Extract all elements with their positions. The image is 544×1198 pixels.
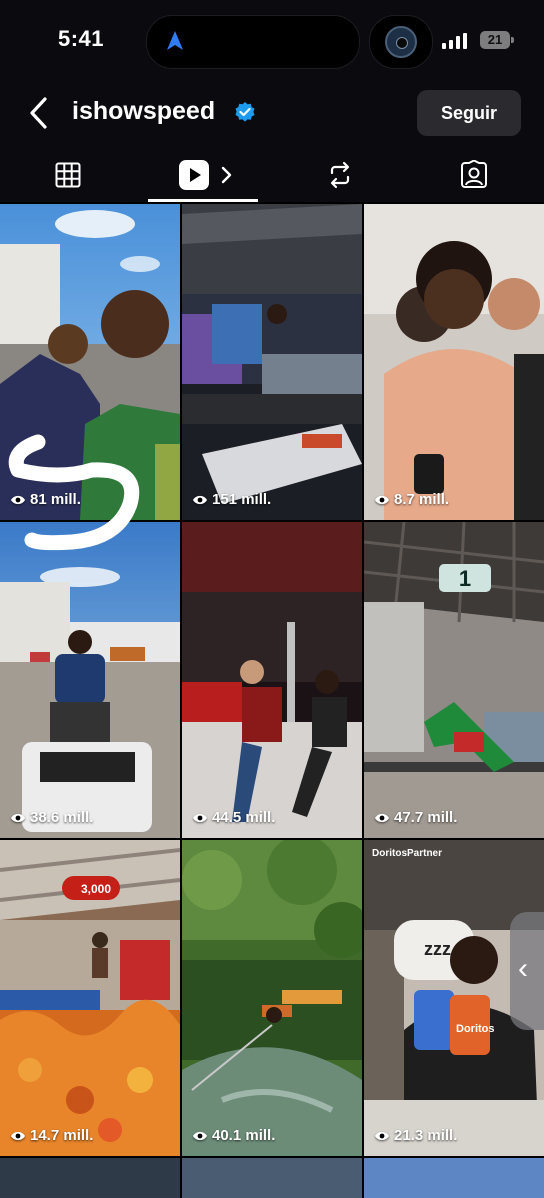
side-panel-handle[interactable]: ‹ — [510, 912, 544, 1030]
reel-image — [182, 522, 362, 838]
profile-tabs — [0, 148, 544, 202]
view-count-text: 47.7 mill. — [394, 809, 458, 826]
navigation-arrow-icon — [167, 31, 183, 50]
reposts-icon — [330, 161, 350, 189]
eye-icon — [11, 1131, 25, 1140]
view-count: 8.7 mill. — [374, 491, 449, 508]
view-count: 81 mill. — [10, 491, 81, 508]
reel-thumbnail[interactable]: 8.7 mill. — [364, 204, 544, 520]
grid-icon — [55, 162, 81, 188]
reel-thumbnail[interactable] — [0, 1158, 180, 1198]
reel-image — [182, 840, 362, 1156]
tab-grid[interactable] — [26, 148, 110, 202]
reel-image — [182, 204, 362, 520]
status-time: 5:41 — [58, 26, 105, 51]
reel-image — [364, 204, 544, 520]
eye-icon — [193, 813, 207, 822]
reel-thumbnail[interactable]: 151 mill. — [182, 204, 362, 520]
reel-thumbnail[interactable]: 81 mill. — [0, 204, 180, 520]
tab-tagged[interactable] — [432, 148, 516, 202]
reel-image — [0, 522, 180, 838]
reel-image: 1 — [364, 522, 544, 838]
tab-reels[interactable] — [160, 148, 250, 202]
price-badge: 3,000 — [81, 882, 111, 896]
active-tab-indicator — [148, 199, 258, 202]
reel-thumbnail[interactable]: 3,000 14.7 mill. — [0, 840, 180, 1156]
view-count: 151 mill. — [192, 491, 271, 508]
eye-icon — [11, 495, 25, 504]
view-count: 21.3 mill. — [374, 1127, 457, 1144]
view-count: 14.7 mill. — [10, 1127, 93, 1144]
profile-header: ishowspeed Seguir — [0, 82, 544, 148]
view-count-text: 81 mill. — [30, 491, 81, 508]
camera-indicator — [369, 15, 433, 69]
sleep-text: zzz — [424, 939, 451, 959]
profile-username: ishowspeed — [72, 97, 216, 125]
eye-icon — [193, 495, 207, 504]
view-count: 38.6 mill. — [10, 809, 93, 826]
reel-thumbnail[interactable]: 40.1 mill. — [182, 840, 362, 1156]
partner-label: DoritosPartner — [372, 848, 442, 859]
eye-icon — [375, 495, 389, 504]
tagged-icon — [461, 160, 487, 188]
view-count-text: 14.7 mill. — [30, 1127, 94, 1144]
view-count: 40.1 mill. — [192, 1127, 275, 1144]
reel-image — [0, 204, 180, 520]
view-count: 47.7 mill. — [374, 809, 457, 826]
view-count-text: 40.1 mill. — [212, 1127, 276, 1144]
reel-thumbnail[interactable] — [182, 1158, 362, 1198]
status-bar: 5:41 21 — [0, 0, 544, 82]
counter-badge: 1 — [459, 566, 471, 591]
chevron-left-icon: ‹ — [518, 952, 528, 985]
signal-icon — [442, 33, 467, 49]
view-count-text: 8.7 mill. — [394, 491, 450, 508]
view-count-text: 38.6 mill. — [30, 809, 94, 826]
brand-text: Doritos — [456, 1023, 495, 1035]
view-count-text: 151 mill. — [212, 491, 272, 508]
dynamic-island — [146, 15, 360, 69]
reel-thumbnail[interactable]: 1 47.7 mill. — [364, 522, 544, 838]
reel-image: 3,000 — [0, 840, 180, 1156]
tab-reposts[interactable] — [298, 148, 382, 202]
view-count-text: 44.5 mill. — [212, 809, 276, 826]
reel-thumbnail[interactable]: 38.6 mill. — [0, 522, 180, 838]
verified-badge-icon — [235, 102, 255, 122]
eye-icon — [11, 813, 25, 822]
eye-icon — [375, 813, 389, 822]
chevron-right-icon — [221, 166, 232, 184]
follow-button[interactable]: Seguir — [417, 90, 521, 136]
view-count: 44.5 mill. — [192, 809, 275, 826]
battery-icon: 21 — [480, 31, 514, 49]
view-count-text: 21.3 mill. — [394, 1127, 458, 1144]
eye-icon — [193, 1131, 207, 1140]
back-arrow-icon[interactable] — [28, 96, 50, 130]
eye-icon — [375, 1131, 389, 1140]
reels-icon — [179, 160, 209, 190]
reel-thumbnail[interactable]: 44.5 mill. — [182, 522, 362, 838]
reel-thumbnail[interactable] — [364, 1158, 544, 1198]
